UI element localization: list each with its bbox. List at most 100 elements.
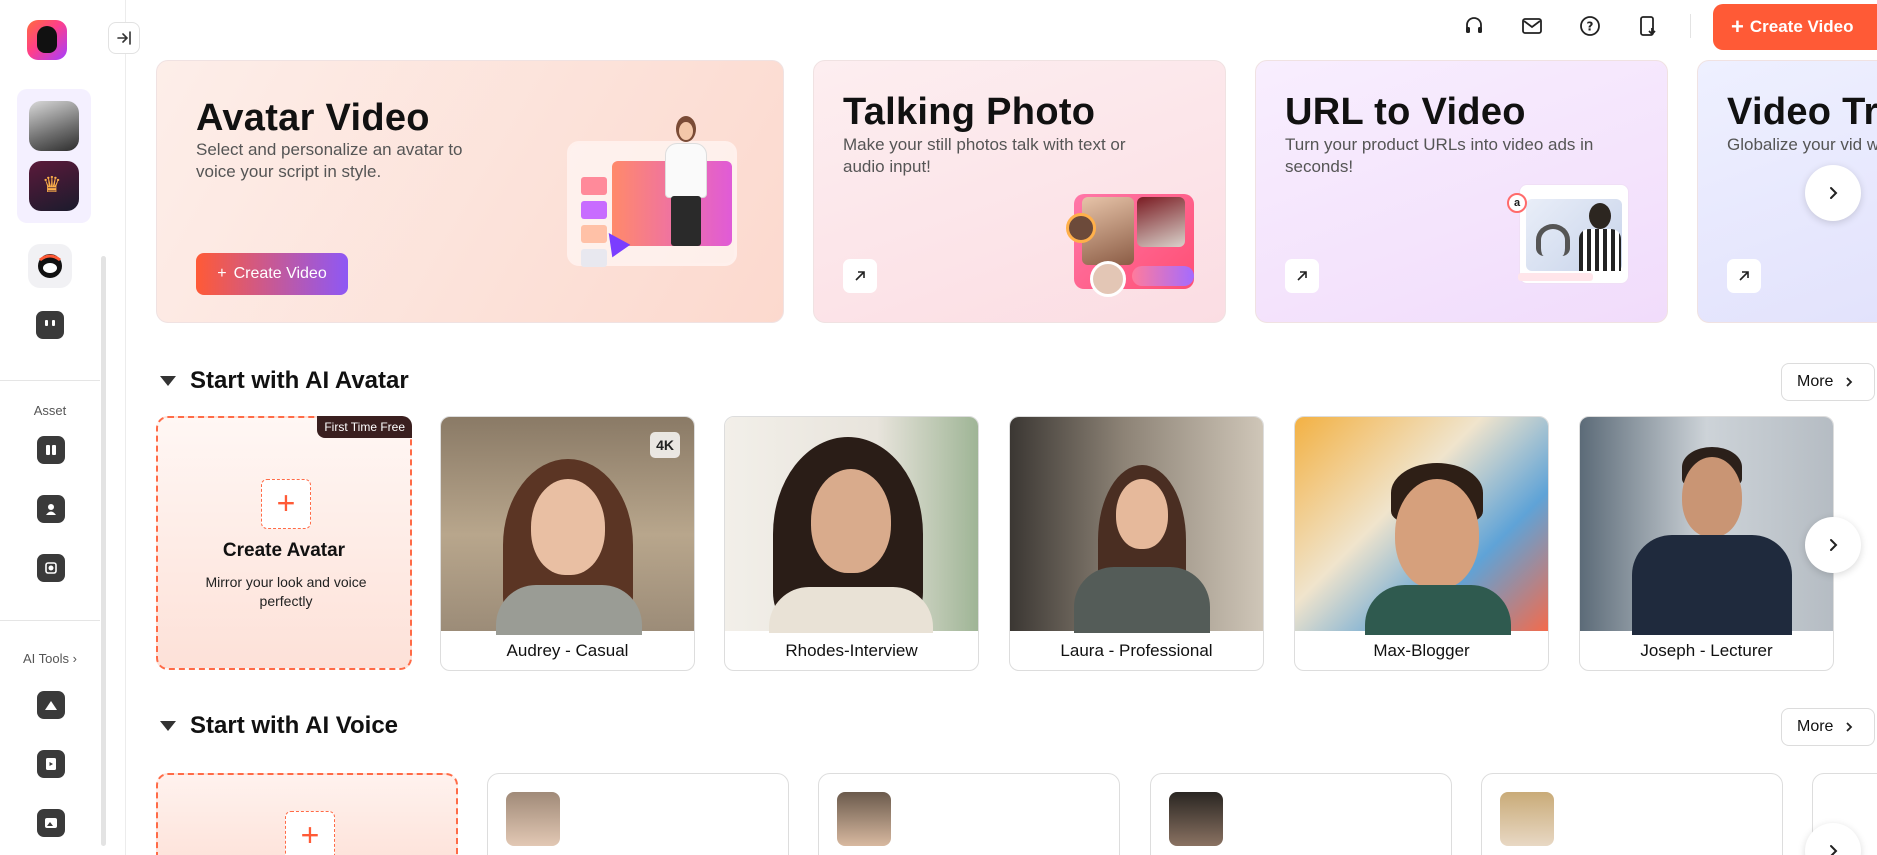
messages-button[interactable] bbox=[1520, 14, 1544, 38]
feature-description: Make your still photos talk with text or… bbox=[843, 135, 1126, 176]
help-icon: ? bbox=[1580, 16, 1600, 36]
illustration-thumb bbox=[581, 177, 607, 195]
feature-title: Avatar Video bbox=[196, 97, 430, 139]
media-icon bbox=[46, 445, 56, 455]
create-avatar-title: Create Avatar bbox=[222, 540, 346, 561]
voice-avatar bbox=[837, 792, 891, 846]
avatar-card[interactable]: Rhodes-Interview bbox=[724, 416, 979, 671]
feature-description: Globalize your vid with voice an bbox=[1727, 135, 1877, 154]
feature-title: Video Tr bbox=[1727, 91, 1877, 133]
badge-4k: 4K bbox=[650, 432, 680, 458]
arrow-up-right-icon bbox=[1297, 271, 1307, 281]
avatar-card[interactable]: Max-Blogger bbox=[1294, 416, 1549, 671]
sidebar-ai-tools-label: AI Tools bbox=[23, 651, 70, 666]
sidebar-thumbnail-premium[interactable] bbox=[29, 161, 79, 211]
illustration-photo bbox=[1137, 197, 1185, 247]
avatar-name: Audrey - Casual bbox=[506, 641, 629, 660]
avatar-more-button[interactable]: More bbox=[1781, 363, 1875, 401]
arrow-up-right-icon bbox=[1739, 271, 1749, 281]
sidebar-item-photos[interactable] bbox=[37, 554, 65, 582]
sidebar-recent-group bbox=[17, 89, 91, 223]
help-button[interactable]: ? bbox=[1578, 14, 1602, 38]
sidebar-item-ai-tool-3[interactable] bbox=[37, 809, 65, 837]
voice-card[interactable] bbox=[818, 773, 1120, 855]
avatar-thumbnail bbox=[725, 417, 978, 633]
sidebar-item-templates[interactable] bbox=[36, 311, 64, 339]
voice-card[interactable] bbox=[1481, 773, 1783, 855]
collapse-sidebar-icon bbox=[117, 31, 131, 45]
avatar-name: Max-Blogger bbox=[1373, 641, 1470, 660]
illustration-photo bbox=[1066, 213, 1096, 243]
sidebar-asset-label: Asset bbox=[33, 403, 67, 418]
sidebar-divider bbox=[125, 0, 126, 855]
avatars-next-button[interactable] bbox=[1805, 517, 1861, 573]
topbar-separator bbox=[1690, 14, 1691, 38]
sidebar-separator bbox=[0, 620, 100, 621]
avatar-card[interactable]: 4K Audrey - Casual bbox=[440, 416, 695, 671]
download-app-button[interactable] bbox=[1636, 14, 1660, 38]
create-avatar-card[interactable]: First Time Free + Create Avatar Mirror y… bbox=[156, 416, 412, 670]
create-video-label: Create Video bbox=[1749, 17, 1854, 36]
sidebar-item-ai-tool-2[interactable] bbox=[37, 750, 65, 778]
plus-icon: + bbox=[285, 811, 335, 855]
avatar-icon bbox=[38, 254, 62, 278]
create-voice-card[interactable]: + bbox=[156, 773, 458, 855]
illustration-presenter bbox=[657, 116, 715, 246]
avatar-card[interactable]: Laura - Professional bbox=[1009, 416, 1264, 671]
feature-description: Turn your product URLs into video ads in… bbox=[1285, 135, 1594, 176]
voice-section-header[interactable]: Start with AI Voice bbox=[160, 712, 398, 740]
avatar-name: Rhodes-Interview bbox=[785, 641, 918, 660]
create-avatar-subtitle: Mirror your look and voice perfectly bbox=[205, 574, 367, 609]
avatar-thumbnail bbox=[1295, 417, 1548, 635]
section-title: Start with AI Voice bbox=[190, 712, 399, 739]
illustration-url-bar bbox=[1518, 273, 1593, 281]
avatar-video-create-button[interactable]: + Create Video bbox=[196, 253, 348, 295]
video-translate-open-button[interactable] bbox=[1727, 259, 1761, 293]
sidebar-item-avatar[interactable] bbox=[28, 244, 72, 288]
illustration-photo bbox=[1090, 261, 1126, 297]
sidebar-item-media[interactable] bbox=[37, 436, 65, 464]
collapse-sidebar-button[interactable] bbox=[108, 22, 140, 54]
avatar-name: Joseph - Lecturer bbox=[1640, 641, 1773, 660]
mail-icon bbox=[1522, 18, 1542, 34]
features-next-button[interactable] bbox=[1805, 165, 1861, 221]
sidebar-scrollbar[interactable] bbox=[101, 256, 106, 846]
chevron-right-icon bbox=[1830, 539, 1838, 551]
voice-avatar bbox=[1500, 792, 1554, 846]
url-to-video-open-button[interactable] bbox=[1285, 259, 1319, 293]
voice-more-button[interactable]: More bbox=[1781, 708, 1875, 746]
headset-icon bbox=[1466, 17, 1482, 33]
chevron-right-icon bbox=[1846, 377, 1853, 387]
app-logo[interactable] bbox=[27, 20, 67, 60]
avatar-thumbnail bbox=[1580, 417, 1833, 635]
more-label: More bbox=[1797, 373, 1834, 390]
photo-stack-icon bbox=[45, 562, 57, 574]
avatar-card[interactable]: Joseph - Lecturer bbox=[1579, 416, 1834, 671]
plus-icon: + bbox=[1731, 14, 1744, 39]
caret-down-icon bbox=[160, 721, 176, 731]
illustration-thumb bbox=[581, 201, 607, 219]
sidebar-item-ai-tool-1[interactable] bbox=[37, 691, 65, 719]
create-video-button[interactable]: + Create Video bbox=[1713, 4, 1877, 50]
person-icon bbox=[46, 504, 56, 515]
voice-card[interactable] bbox=[1150, 773, 1452, 855]
feature-card-avatar-video[interactable]: Avatar Video Select and personalize an a… bbox=[156, 60, 784, 323]
sidebar-ai-tools-link[interactable]: AI Tools › bbox=[0, 651, 100, 666]
chevron-right-icon: › bbox=[72, 651, 77, 666]
chevron-right-icon bbox=[1830, 845, 1838, 855]
talking-photo-open-button[interactable] bbox=[843, 259, 877, 293]
template-icon bbox=[45, 320, 55, 326]
image-icon bbox=[45, 818, 57, 828]
app-root: Asset AI Tools › bbox=[0, 0, 1877, 855]
document-play-icon bbox=[46, 758, 56, 770]
sidebar-item-my-avatars[interactable] bbox=[37, 495, 65, 523]
support-button[interactable] bbox=[1462, 14, 1486, 38]
feature-description: Select and personalize an avatar to voic… bbox=[196, 140, 463, 181]
illustration-presenter bbox=[1579, 229, 1621, 271]
mountain-icon bbox=[45, 701, 57, 710]
avatar-section-header[interactable]: Start with AI Avatar bbox=[160, 367, 409, 395]
feature-card-url-to-video[interactable]: URL to Video Turn your product URLs into… bbox=[1255, 60, 1668, 323]
voice-card[interactable] bbox=[487, 773, 789, 855]
feature-card-talking-photo[interactable]: Talking Photo Make your still photos tal… bbox=[813, 60, 1226, 323]
sidebar-thumbnail-project[interactable] bbox=[29, 101, 79, 151]
